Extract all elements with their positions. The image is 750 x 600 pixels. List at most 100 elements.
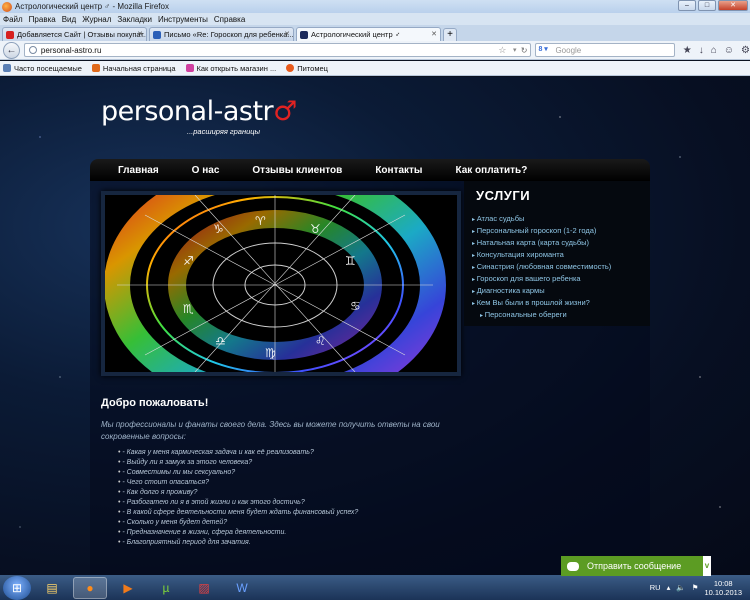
service-link[interactable]: Диагностика кармы xyxy=(472,285,650,297)
bookmark-label: Часто посещаемые xyxy=(14,63,82,73)
nav-reviews[interactable]: Отзывы клиентов xyxy=(252,165,342,176)
menu-bookmarks[interactable]: Закладки xyxy=(117,15,152,24)
nav-about[interactable]: О нас xyxy=(192,165,220,176)
list-item: - Разбогатею ли я в этой жизни и как это… xyxy=(118,498,358,508)
menu-tools[interactable]: Инструменты xyxy=(158,15,208,24)
paint-taskbar-icon[interactable]: ▨ xyxy=(187,577,221,599)
welcome-heading: Добро пожаловать! xyxy=(101,397,209,409)
bookmark-open-shop[interactable]: Как открыть магазин ... xyxy=(185,64,276,73)
close-window-button[interactable]: ✕ xyxy=(718,0,748,11)
service-link[interactable]: Гороскоп для вашего ребенка xyxy=(472,273,650,285)
astro-favicon-icon xyxy=(300,30,308,39)
navigation-bar: ← personal-astro.ru ☆ ▾ ↻ 8 ▾ Google ★ ↓… xyxy=(0,41,750,60)
svg-text:♊: ♊ xyxy=(345,254,356,268)
svg-text:♋: ♋ xyxy=(350,299,361,313)
word-taskbar-icon[interactable]: W xyxy=(225,577,259,599)
list-item: - Как долго я проживу? xyxy=(118,488,358,498)
new-tab-button[interactable]: + xyxy=(443,28,457,41)
zodiac-wheel-illustration: ♈ ♉ ♊ ♋ ♌ ♍ ♎ ♏ ♐ ♑ xyxy=(105,195,457,372)
service-link[interactable]: Натальная карта (карта судьбы) xyxy=(472,237,650,249)
extension-icon[interactable]: ☺ xyxy=(724,45,734,56)
bookmark-start-page[interactable]: Начальная страница xyxy=(91,63,176,73)
service-link[interactable]: Персональные обереги xyxy=(472,309,650,321)
services-list: Атлас судьбы Персональный гороскоп (1-2 … xyxy=(472,213,650,321)
svg-text:♐: ♐ xyxy=(183,254,194,268)
site-logo[interactable]: personal-astr♂ xyxy=(101,96,297,127)
bookmarks-menu-icon[interactable]: ★ xyxy=(683,45,692,56)
svg-text:♏: ♏ xyxy=(183,302,194,316)
reload-icon[interactable]: ↻ xyxy=(521,46,528,55)
menu-help[interactable]: Справка xyxy=(214,15,245,24)
explorer-taskbar-icon[interactable]: ▤ xyxy=(35,577,69,599)
svg-text:♉: ♉ xyxy=(310,222,321,236)
list-item: - В какой сфере деятельности меня будет … xyxy=(118,508,358,518)
list-item: - Какая у меня кармическая задача и как … xyxy=(118,448,358,458)
service-link[interactable]: Консультация хироманта xyxy=(472,249,650,261)
bookmark-label: Начальная страница xyxy=(102,63,176,73)
bookmark-star-icon[interactable]: ☆ xyxy=(498,45,506,56)
clock-date: 10.10.2013 xyxy=(704,587,742,597)
logo-text: personal-astr xyxy=(101,96,274,127)
window-controls: – □ ✕ xyxy=(678,0,748,11)
list-item: - Сколько у меня будет детей? xyxy=(118,518,358,528)
close-tab-icon[interactable]: ✕ xyxy=(137,30,143,38)
flag-icon[interactable]: ⚑ xyxy=(692,583,699,592)
service-link[interactable]: Кем Вы были в прошлой жизни? xyxy=(472,297,650,309)
nav-home[interactable]: Главная xyxy=(118,165,159,176)
firefox-taskbar-icon[interactable]: ● xyxy=(73,576,107,599)
list-item: - Совместимы ли мы сексуально? xyxy=(118,468,358,478)
back-button[interactable]: ← xyxy=(3,41,20,59)
tab-astro[interactable]: Астрологический центр ♂ ✕ xyxy=(296,27,441,41)
questions-list: - Какая у меня кармическая задача и как … xyxy=(118,448,358,548)
home-icon[interactable]: ⌂ xyxy=(711,45,717,56)
menu-view[interactable]: Вид xyxy=(62,15,76,24)
close-tab-icon[interactable]: ✕ xyxy=(284,30,290,38)
utorrent-taskbar-icon[interactable]: µ xyxy=(149,577,183,599)
language-indicator[interactable]: RU xyxy=(650,583,661,592)
nav-payment[interactable]: Как оплатить? xyxy=(455,165,527,176)
close-tab-icon[interactable]: ✕ xyxy=(431,30,437,38)
start-button[interactable]: ⊞ xyxy=(3,575,31,600)
site-favicon-icon xyxy=(6,30,14,39)
windows-taskbar: ⊞ ▤ ● ▶ µ ▨ W RU ▴ 🔈 ⚑ 10:08 10.10.2013 xyxy=(0,575,750,600)
minimize-button[interactable]: – xyxy=(678,0,696,11)
service-link[interactable]: Атлас судьбы xyxy=(472,213,650,225)
service-link[interactable]: Синастрия (любовная совместимость) xyxy=(472,261,650,273)
downloads-icon[interactable]: ↓ xyxy=(699,45,704,56)
search-placeholder: Google xyxy=(555,45,582,55)
list-item: - Благоприятный период для зачатия. xyxy=(118,538,358,548)
menu-edit[interactable]: Правка xyxy=(29,15,56,24)
send-message-button[interactable]: Отправить сообщение v xyxy=(561,556,711,576)
tab-bar: Добавляется Сайт | Отзывы покупат... ✕ П… xyxy=(0,25,750,41)
bookmark-pet[interactable]: Питомец xyxy=(286,64,328,73)
media-player-taskbar-icon[interactable]: ▶ xyxy=(111,577,145,599)
nav-contacts[interactable]: Контакты xyxy=(375,165,422,176)
menu-history[interactable]: Журнал xyxy=(82,15,111,24)
toolbar-icons: ★ ↓ ⌂ ☺ ⚙ xyxy=(683,45,750,56)
menu-file[interactable]: Файл xyxy=(3,15,23,24)
search-engine-icon[interactable]: 8 ▾ xyxy=(538,45,552,55)
clock[interactable]: 10:08 10.10.2013 xyxy=(704,579,742,597)
web-page: personal-astr♂ ...расширяя границы Главн… xyxy=(0,77,750,575)
bookmark-icon xyxy=(185,64,194,72)
tab-mail[interactable]: Письмо «Re: Гороскоп для ребенка... ✕ xyxy=(149,27,294,41)
url-dropdown-icon[interactable]: ▾ xyxy=(513,46,517,54)
system-tray: RU ▴ 🔈 ⚑ 10:08 10.10.2013 xyxy=(650,575,750,600)
addon-icon[interactable]: ⚙ xyxy=(741,45,750,56)
maximize-button[interactable]: □ xyxy=(698,0,716,11)
svg-text:♈: ♈ xyxy=(255,214,266,228)
url-bar[interactable]: personal-astro.ru ☆ ▾ ↻ xyxy=(23,43,532,57)
main-navigation: Главная О нас Отзывы клиентов Контакты К… xyxy=(90,159,650,181)
tray-arrow-icon[interactable]: ▴ xyxy=(667,583,671,592)
list-item: - Выйду ли я замуж за этого человека? xyxy=(118,458,358,468)
intro-text: Мы профессионалы и фанаты своего дела. З… xyxy=(101,420,440,441)
svg-text:♑: ♑ xyxy=(213,222,224,236)
tab-label: Астрологический центр ♂ xyxy=(311,30,401,39)
bookmark-most-visited[interactable]: Часто посещаемые xyxy=(3,64,82,73)
url-text: personal-astro.ru xyxy=(40,45,102,55)
list-item: - Чего стоит опасаться? xyxy=(118,478,358,488)
search-input[interactable]: 8 ▾ Google xyxy=(535,43,675,57)
volume-icon[interactable]: 🔈 xyxy=(676,583,685,592)
tab-reviews[interactable]: Добавляется Сайт | Отзывы покупат... ✕ xyxy=(2,27,147,41)
service-link[interactable]: Персональный гороскоп (1-2 года) xyxy=(472,225,650,237)
